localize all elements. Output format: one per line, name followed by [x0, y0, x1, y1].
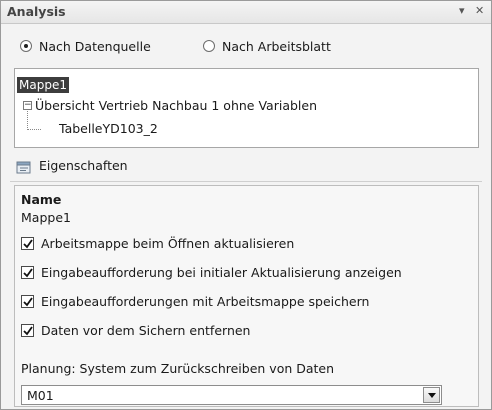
pane-menu-icon[interactable]: ▾	[459, 4, 465, 17]
writeback-system-value: M01	[27, 388, 54, 403]
divider	[10, 181, 482, 182]
checkmark-icon	[23, 268, 33, 278]
writeback-system-label: Planung: System zum Zurückschreiben von …	[21, 361, 335, 376]
tree-connector-horizontal	[27, 129, 41, 130]
name-heading: Name	[21, 192, 62, 207]
pane-titlebar: Analysis ▾ ✕	[1, 1, 491, 24]
properties-header: Eigenschaften	[39, 158, 128, 173]
checkbox-label-save-prompts[interactable]: Eingabeaufforderungen mit Arbeitsmappe s…	[41, 294, 369, 309]
checkbox-prompt-initial-refresh[interactable]	[21, 266, 34, 279]
checkbox-save-prompts[interactable]	[21, 295, 34, 308]
checkmark-icon	[23, 239, 33, 249]
data-source-tree[interactable]: Mappe1 − Übersicht Vertrieb Nachbau 1 oh…	[14, 68, 479, 148]
tree-node-root[interactable]: Mappe1	[17, 77, 69, 93]
checkbox-label-prompt-initial-refresh[interactable]: Eingabeaufforderung bei initialer Aktual…	[41, 265, 402, 280]
checkbox-label-refresh-on-open[interactable]: Arbeitsmappe beim Öffnen aktualisieren	[41, 236, 294, 251]
radio-nach-datenquelle[interactable]	[20, 40, 32, 52]
checkmark-icon	[23, 326, 33, 336]
radio-label-nach-arbeitsblatt[interactable]: Nach Arbeitsblatt	[222, 39, 331, 54]
tree-node-leaf[interactable]: TabelleYD103_2	[59, 121, 158, 136]
chevron-down-icon[interactable]	[423, 387, 440, 403]
radio-label-nach-datenquelle[interactable]: Nach Datenquelle	[39, 39, 151, 54]
pane-title: Analysis	[7, 4, 66, 19]
checkbox-refresh-on-open[interactable]	[21, 237, 34, 250]
collapse-icon[interactable]: −	[23, 101, 32, 110]
properties-icon	[16, 160, 32, 174]
tree-connector-vertical	[27, 111, 28, 130]
radio-nach-arbeitsblatt[interactable]	[203, 40, 215, 52]
name-value: Mappe1	[21, 210, 71, 225]
checkbox-remove-data-before-save[interactable]	[21, 324, 34, 337]
checkmark-icon	[23, 297, 33, 307]
analysis-pane: Analysis ▾ ✕ Nach Datenquelle Nach Arbei…	[0, 0, 492, 410]
tree-node-child[interactable]: Übersicht Vertrieb Nachbau 1 ohne Variab…	[35, 98, 317, 113]
close-icon[interactable]: ✕	[475, 4, 484, 17]
writeback-system-select[interactable]: M01	[21, 385, 442, 405]
checkbox-label-remove-data-before-save[interactable]: Daten vor dem Sichern entfernen	[41, 323, 250, 338]
